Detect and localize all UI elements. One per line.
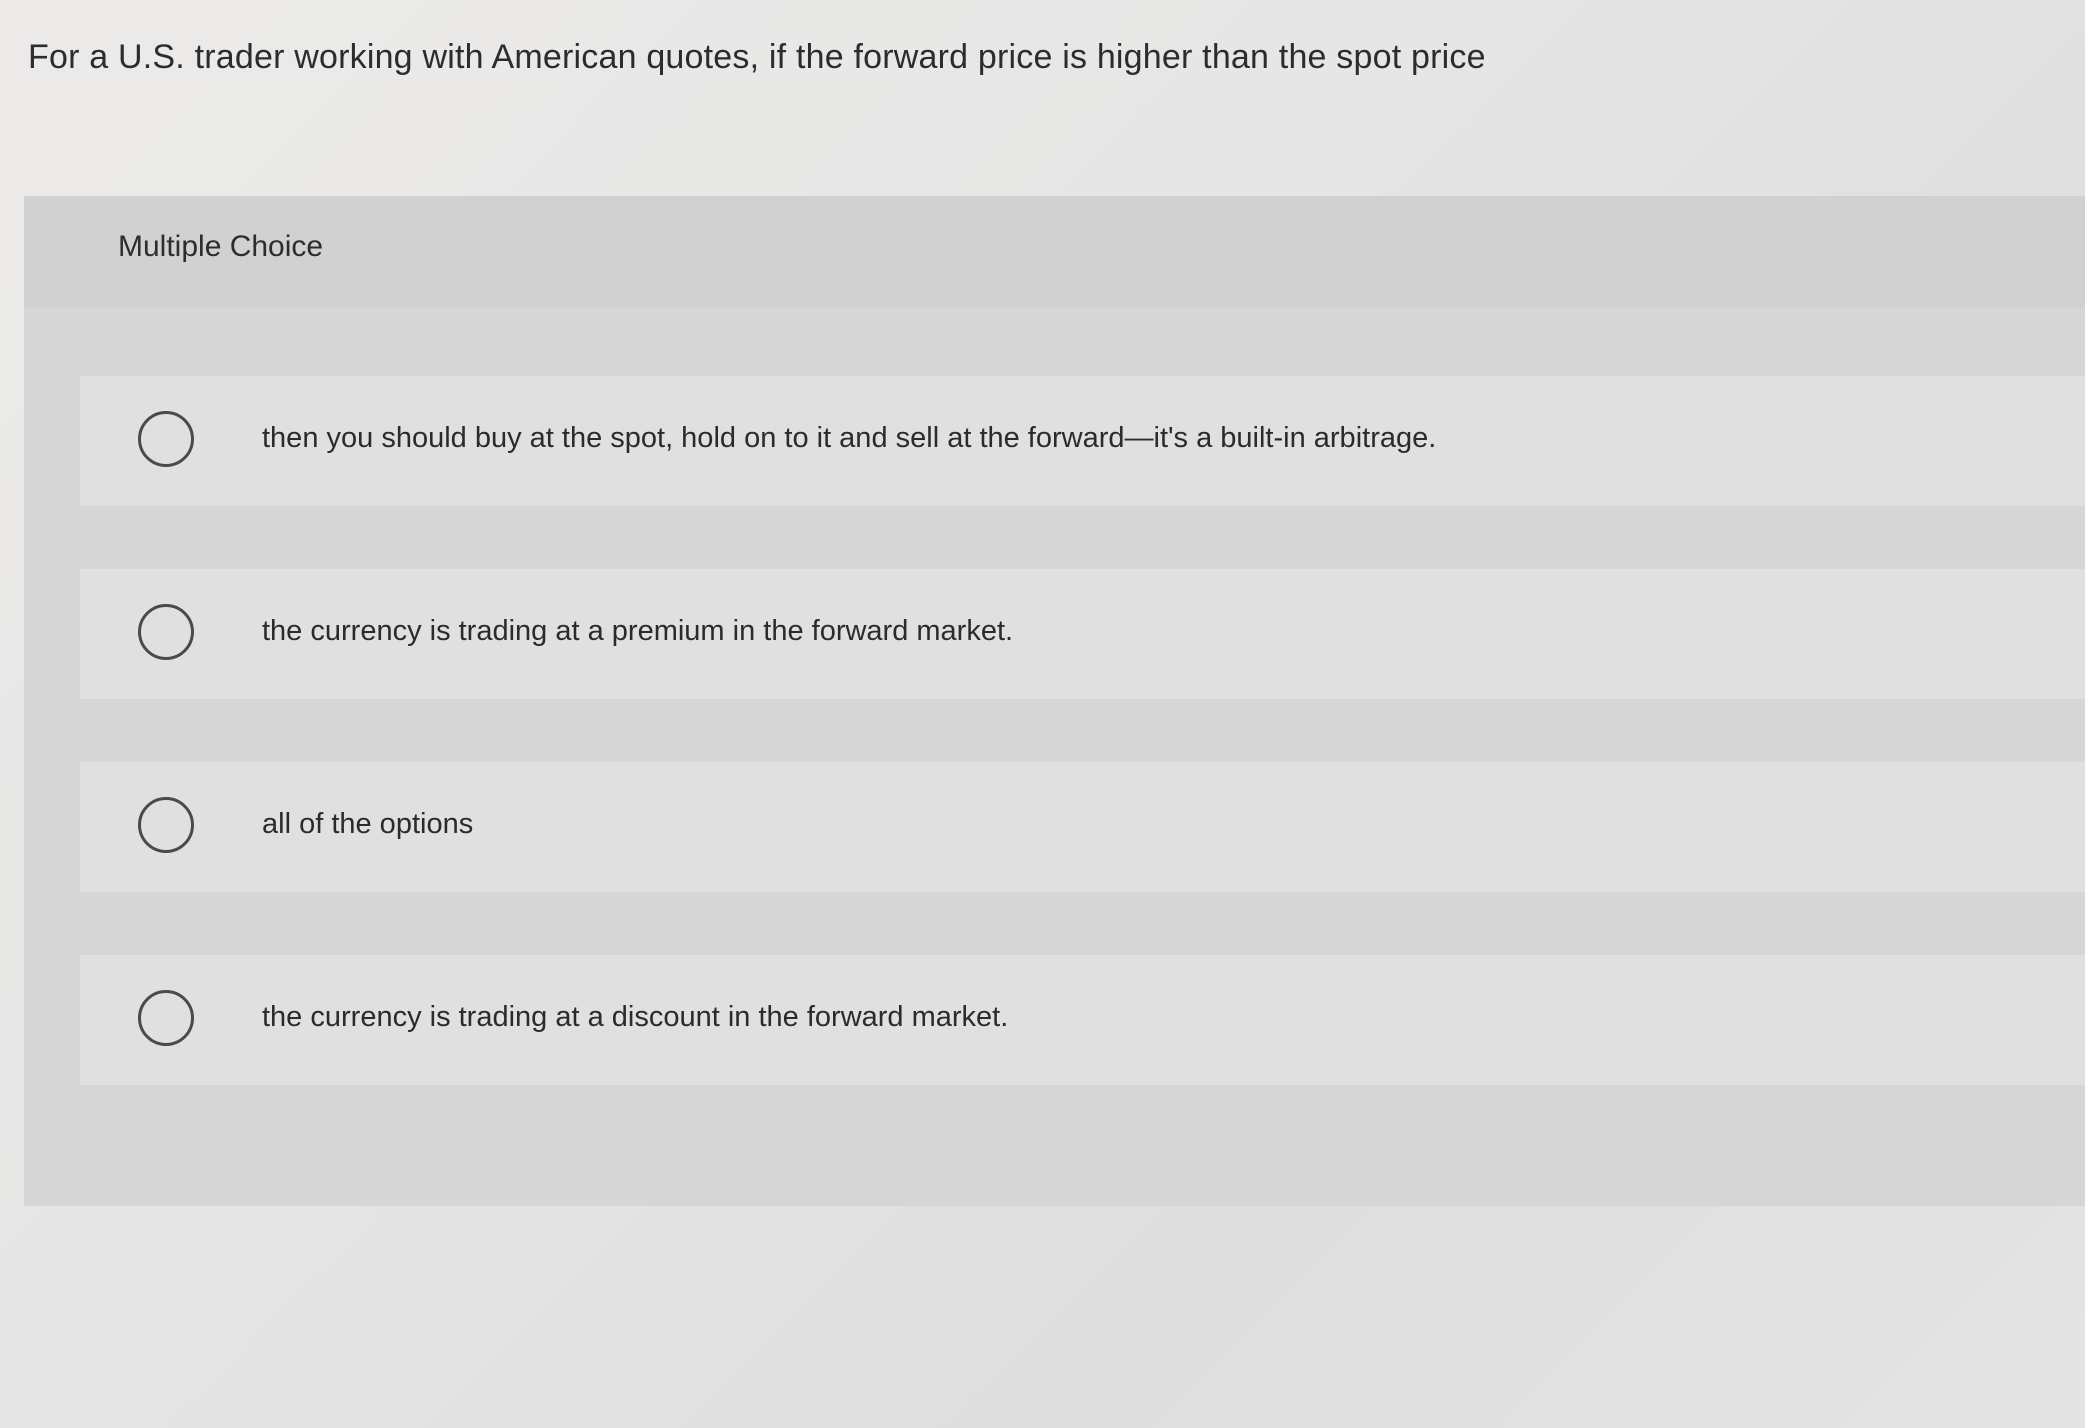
- multiple-choice-header: Multiple Choice: [24, 196, 2085, 308]
- radio-button-icon[interactable]: [138, 604, 194, 660]
- answer-option-3[interactable]: all of the options: [80, 762, 2085, 892]
- answer-option-4[interactable]: the currency is trading at a discount in…: [80, 955, 2085, 1085]
- radio-button-icon[interactable]: [138, 797, 194, 853]
- radio-button-icon[interactable]: [138, 990, 194, 1046]
- answer-option-text: the currency is trading at a discount in…: [262, 1001, 1009, 1033]
- answer-option-1[interactable]: then you should buy at the spot, hold on…: [80, 376, 2085, 506]
- radio-button-icon[interactable]: [138, 411, 194, 467]
- multiple-choice-panel: Multiple Choice then you should buy at t…: [24, 196, 2085, 1206]
- answer-option-2[interactable]: the currency is trading at a premium in …: [80, 569, 2085, 699]
- multiple-choice-label: Multiple Choice: [118, 230, 324, 263]
- answer-option-text: then you should buy at the spot, hold on…: [262, 422, 1437, 454]
- question-text: For a U.S. trader working with American …: [28, 38, 1486, 76]
- answer-option-text: the currency is trading at a premium in …: [262, 615, 1014, 647]
- answer-option-text: all of the options: [262, 808, 474, 840]
